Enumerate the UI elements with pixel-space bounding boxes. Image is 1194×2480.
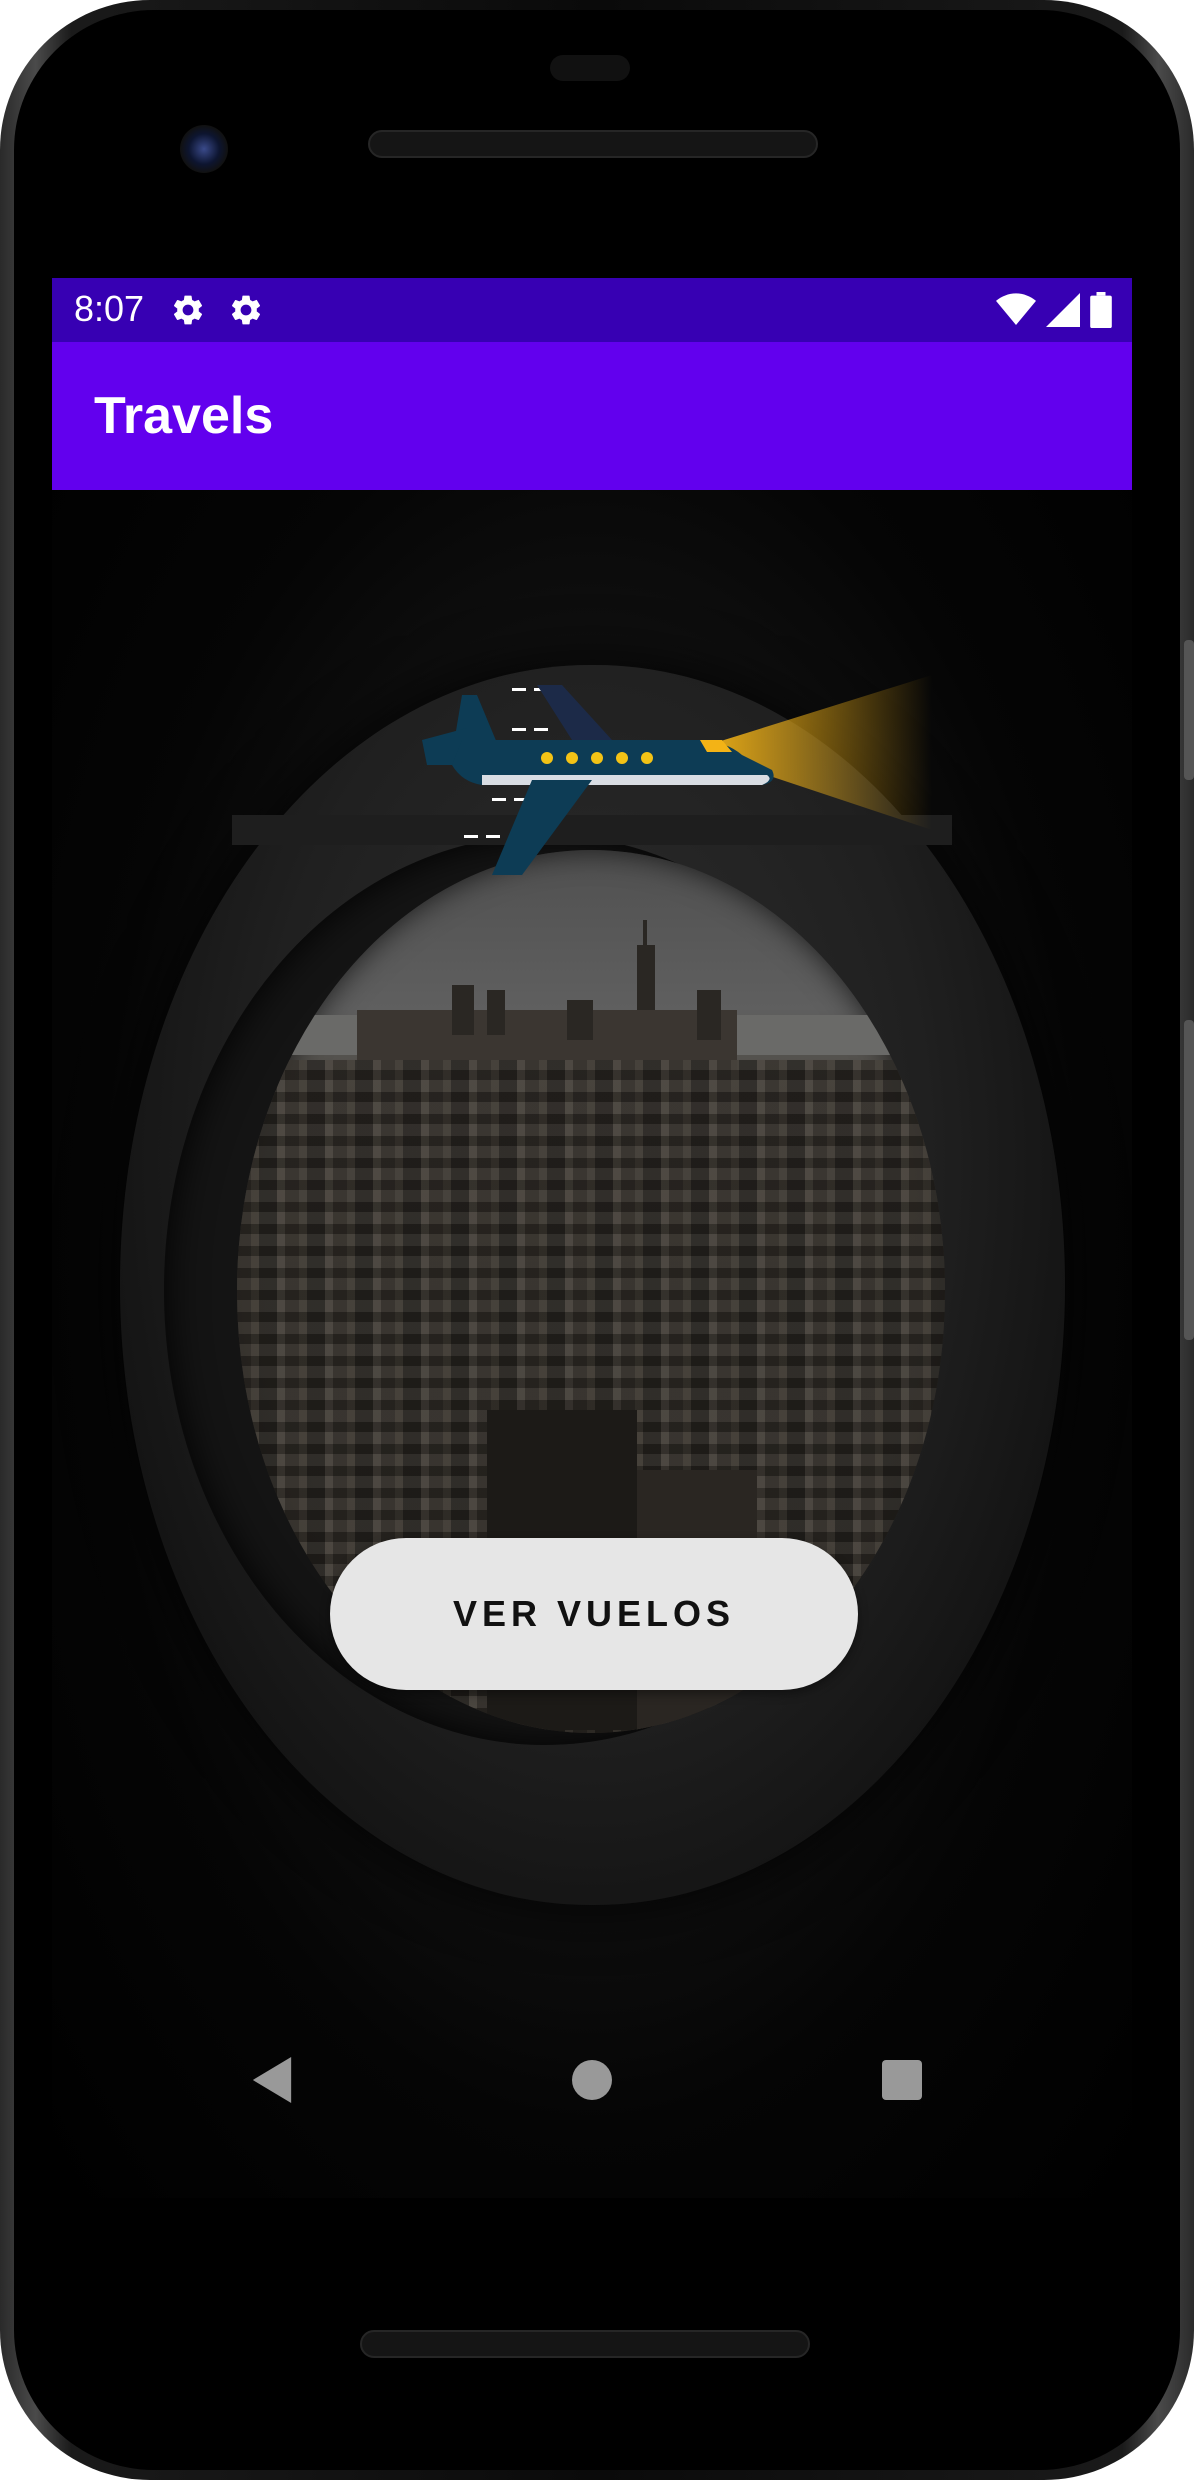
signal-icon [1046, 293, 1080, 327]
skyscraper-spire [643, 920, 647, 950]
ver-vuelos-button[interactable]: VER VUELOS [330, 1538, 858, 1690]
building [567, 1000, 593, 1040]
bottom-speaker-grille [360, 2330, 810, 2358]
airplane-icon [422, 675, 932, 875]
volume-button [1184, 1020, 1194, 1340]
wifi-icon [996, 293, 1036, 325]
app-title: Travels [94, 387, 274, 445]
building [487, 990, 505, 1035]
status-icons [996, 290, 1112, 330]
status-bar: 8:07 [52, 278, 1132, 342]
back-icon[interactable] [212, 2020, 332, 2140]
screen: 8:07 Travels VER VUELOS [52, 278, 1132, 2198]
app-bar: Travels [52, 342, 1132, 490]
recents-icon[interactable] [842, 2020, 962, 2140]
gear-icon [228, 286, 264, 338]
battery-icon [1090, 292, 1112, 328]
phone-frame: 8:07 Travels VER VUELOS [0, 0, 1194, 2480]
front-camera [180, 125, 228, 173]
building [697, 990, 721, 1040]
building [452, 985, 474, 1035]
top-speaker-grille [368, 130, 818, 158]
earpiece [550, 55, 630, 81]
main-content: VER VUELOS [52, 490, 1132, 2198]
status-time: 8:07 [74, 288, 145, 329]
home-icon[interactable] [532, 2020, 652, 2140]
gear-icon [170, 286, 206, 338]
power-button [1184, 640, 1194, 780]
